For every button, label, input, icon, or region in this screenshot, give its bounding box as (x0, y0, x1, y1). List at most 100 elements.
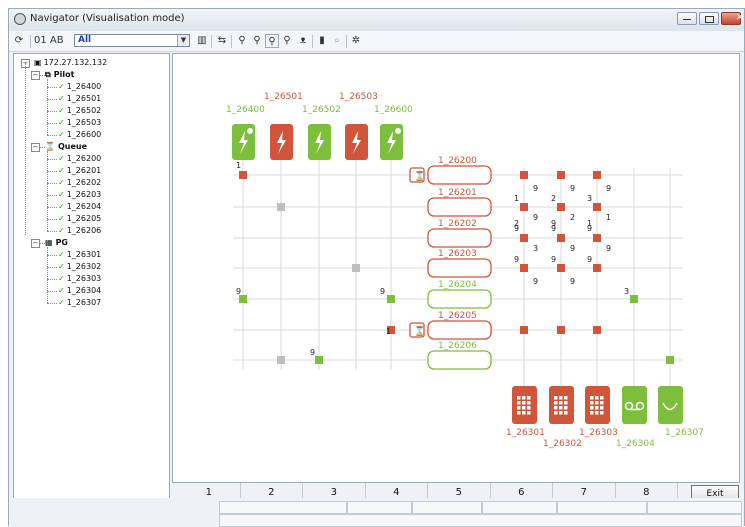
phone-icon[interactable]: ▮ (315, 34, 329, 48)
queue-box[interactable] (427, 350, 492, 370)
pilot-icon: ⧉ (45, 70, 51, 79)
route-node[interactable] (593, 234, 601, 242)
node-number: 9 (533, 213, 538, 222)
tree-connector (47, 151, 48, 231)
mode-toggle[interactable]: 01 AB (34, 35, 64, 46)
tree-item-1_26204[interactable]: ✓ 1_26204 (58, 202, 101, 212)
route-node[interactable] (557, 203, 565, 211)
tree-item-1_26206[interactable]: ✓ 1_26206 (58, 226, 101, 236)
route-node[interactable] (557, 234, 565, 242)
filter-select[interactable]: All ▼ (74, 34, 190, 47)
status-panel (647, 501, 742, 514)
tree-item-1_26600[interactable]: ✓ 1_26600 (58, 130, 101, 140)
node-number: 2 (514, 219, 519, 228)
checkmark-icon: ✓ (58, 226, 65, 235)
route-node[interactable] (520, 234, 528, 242)
route-node[interactable] (557, 326, 565, 334)
chevron-down-icon[interactable]: ▼ (177, 35, 189, 46)
route-node[interactable] (387, 295, 395, 303)
queue-box[interactable] (427, 258, 492, 278)
tree-item-1_26205[interactable]: ✓ 1_26205 (58, 214, 101, 224)
tree-group-pilot[interactable]: ⧉ Pilot (45, 70, 74, 80)
minimize-button[interactable] (677, 12, 697, 25)
tree-root[interactable]: ▣ 172.27.132.132 (34, 58, 107, 68)
route-node[interactable] (520, 203, 528, 211)
route-node[interactable] (277, 356, 285, 364)
checkmark-icon: ✓ (58, 214, 65, 223)
binoculars-icon[interactable]: ᴥ (296, 34, 310, 48)
user-remove-icon[interactable]: ⚲ (280, 34, 294, 48)
tree-item-label: 1_26201 (66, 166, 102, 175)
route-node[interactable] (520, 171, 528, 179)
route-node[interactable] (520, 264, 528, 272)
pg-label: 1_26303 (579, 428, 618, 438)
keypad-key (522, 401, 526, 405)
tree-connector (47, 171, 57, 172)
route-node[interactable] (557, 171, 565, 179)
tree-connector (47, 87, 57, 88)
object-tree: ▣ 172.27.132.132− − ⧉ Pilot ✓ 1_26400 ✓ 1_26501 ✓… (13, 53, 170, 503)
keypad-key (564, 396, 568, 400)
tree-item-1_26503[interactable]: ✓ 1_26503 (58, 118, 101, 128)
tree-item-1_26202[interactable]: ✓ 1_26202 (58, 178, 101, 188)
columns-icon[interactable]: ▥ (195, 34, 209, 48)
pilot-label: 1_26502 (302, 105, 341, 115)
keypad-key (517, 396, 521, 400)
maximize-button[interactable] (699, 12, 719, 25)
tree-item-1_26200[interactable]: ✓ 1_26200 (58, 154, 101, 164)
route-node[interactable] (666, 356, 674, 364)
tree-item-label: 1_26501 (66, 94, 102, 103)
refresh-icon[interactable]: ⟳ (12, 34, 26, 48)
pg-box[interactable] (658, 386, 683, 424)
pg-box[interactable] (549, 386, 574, 424)
queue-box[interactable] (427, 197, 492, 217)
tree-item-1_26501[interactable]: ✓ 1_26501 (58, 94, 101, 104)
status-panel (482, 501, 557, 514)
route-node[interactable] (593, 264, 601, 272)
route-node[interactable] (630, 295, 638, 303)
route-node[interactable] (277, 203, 285, 211)
tree-connector (47, 303, 57, 304)
tree-item-1_26301[interactable]: ✓ 1_26301 (58, 250, 101, 260)
route-node[interactable] (352, 264, 360, 272)
pg-box[interactable] (585, 386, 610, 424)
close-button[interactable] (721, 12, 744, 25)
route-node[interactable] (557, 264, 565, 272)
swap-icon[interactable]: ⇆ (215, 34, 229, 48)
route-node[interactable] (593, 171, 601, 179)
user-search-icon[interactable]: ⚲ (235, 34, 249, 48)
tree-group-pg[interactable]: ▦ PG (45, 238, 68, 248)
queue-box[interactable] (427, 320, 492, 340)
user-add-icon[interactable]: ⚲ (250, 34, 264, 48)
tree-item-1_26203[interactable]: ✓ 1_26203 (58, 190, 101, 200)
route-node[interactable] (593, 203, 601, 211)
pg-box[interactable] (512, 386, 537, 424)
user-filter-icon[interactable]: ⚲ (265, 34, 279, 48)
route-node[interactable] (520, 326, 528, 334)
keypad-key (559, 396, 563, 400)
tree-item-1_26201[interactable]: ✓ 1_26201 (58, 166, 101, 176)
tree-item-1_26502[interactable]: ✓ 1_26502 (58, 106, 101, 116)
tree-item-1_26307[interactable]: ✓ 1_26307 (58, 298, 101, 308)
gear-icon[interactable]: ✲ (349, 34, 363, 48)
route-node[interactable] (315, 356, 323, 364)
queue-label: 1_26206 (438, 341, 477, 351)
route-node[interactable] (239, 171, 247, 179)
tree-item-1_26303[interactable]: ✓ 1_26303 (58, 274, 101, 284)
tree-connector (47, 159, 57, 160)
tree-item-label: 1_26503 (66, 118, 102, 127)
tree-connector (47, 247, 48, 303)
route-node[interactable] (239, 295, 247, 303)
queue-box[interactable] (427, 289, 492, 309)
search-icon[interactable]: ⌕ (330, 34, 344, 48)
server-icon: ▣ (34, 58, 42, 67)
keypad-key (595, 396, 599, 400)
tree-item-1_26304[interactable]: ✓ 1_26304 (58, 286, 101, 296)
route-node[interactable] (593, 326, 601, 334)
tree-item-1_26400[interactable]: ✓ 1_26400 (58, 82, 101, 92)
node-number: 2 (551, 194, 556, 203)
tree-group-queue[interactable]: ⌛ Queue (45, 142, 87, 152)
queue-box[interactable] (427, 165, 492, 185)
queue-box[interactable] (427, 228, 492, 248)
tree-item-1_26302[interactable]: ✓ 1_26302 (58, 262, 101, 272)
